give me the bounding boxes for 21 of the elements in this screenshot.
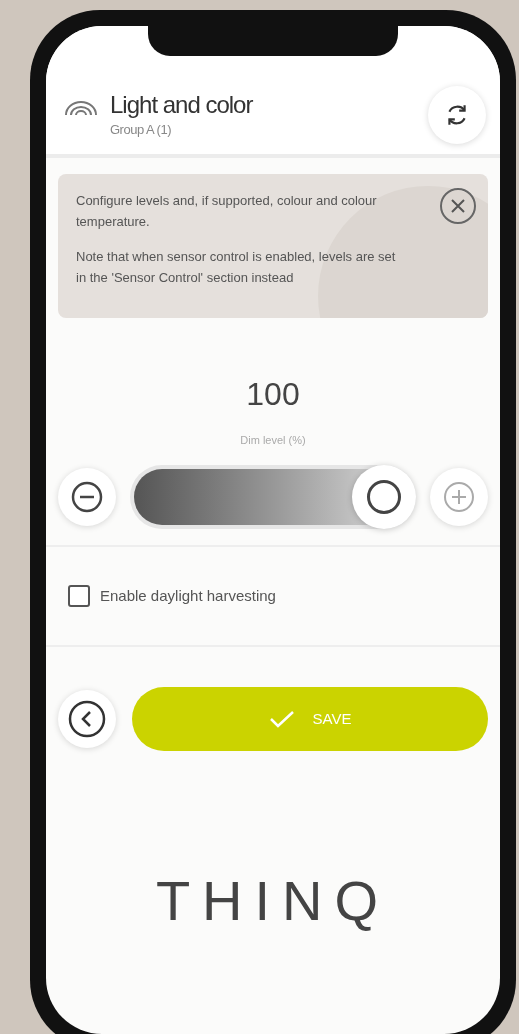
info-text: Configure levels and, if supported, colour and colour temperature. [76, 192, 378, 231]
save-button[interactable]: SAVE [132, 687, 488, 751]
plus-icon [443, 480, 475, 513]
back-button[interactable] [58, 690, 116, 748]
arc-icon [64, 100, 98, 116]
brand-logo: THINQ [155, 873, 391, 929]
check-icon [268, 710, 295, 728]
close-icon [451, 199, 465, 213]
dim-label: Dim level (%) [240, 433, 306, 448]
daylight-checkbox[interactable] [68, 584, 90, 607]
dim-value: 100 [246, 375, 300, 414]
page-title: Light and color [110, 90, 254, 121]
refresh-button[interactable] [428, 86, 486, 144]
group-subtitle: Group A (1) [110, 121, 172, 140]
decrease-button[interactable] [58, 467, 116, 526]
option-label: Enable daylight harvesting [100, 585, 276, 606]
minus-icon [71, 480, 103, 513]
back-icon [68, 700, 106, 738]
info-text: Note that when sensor control is enabled, levels are set in the 'Sensor Control' section instead [76, 248, 397, 287]
close-button[interactable] [440, 188, 476, 224]
slider-thumb[interactable] [352, 464, 416, 529]
